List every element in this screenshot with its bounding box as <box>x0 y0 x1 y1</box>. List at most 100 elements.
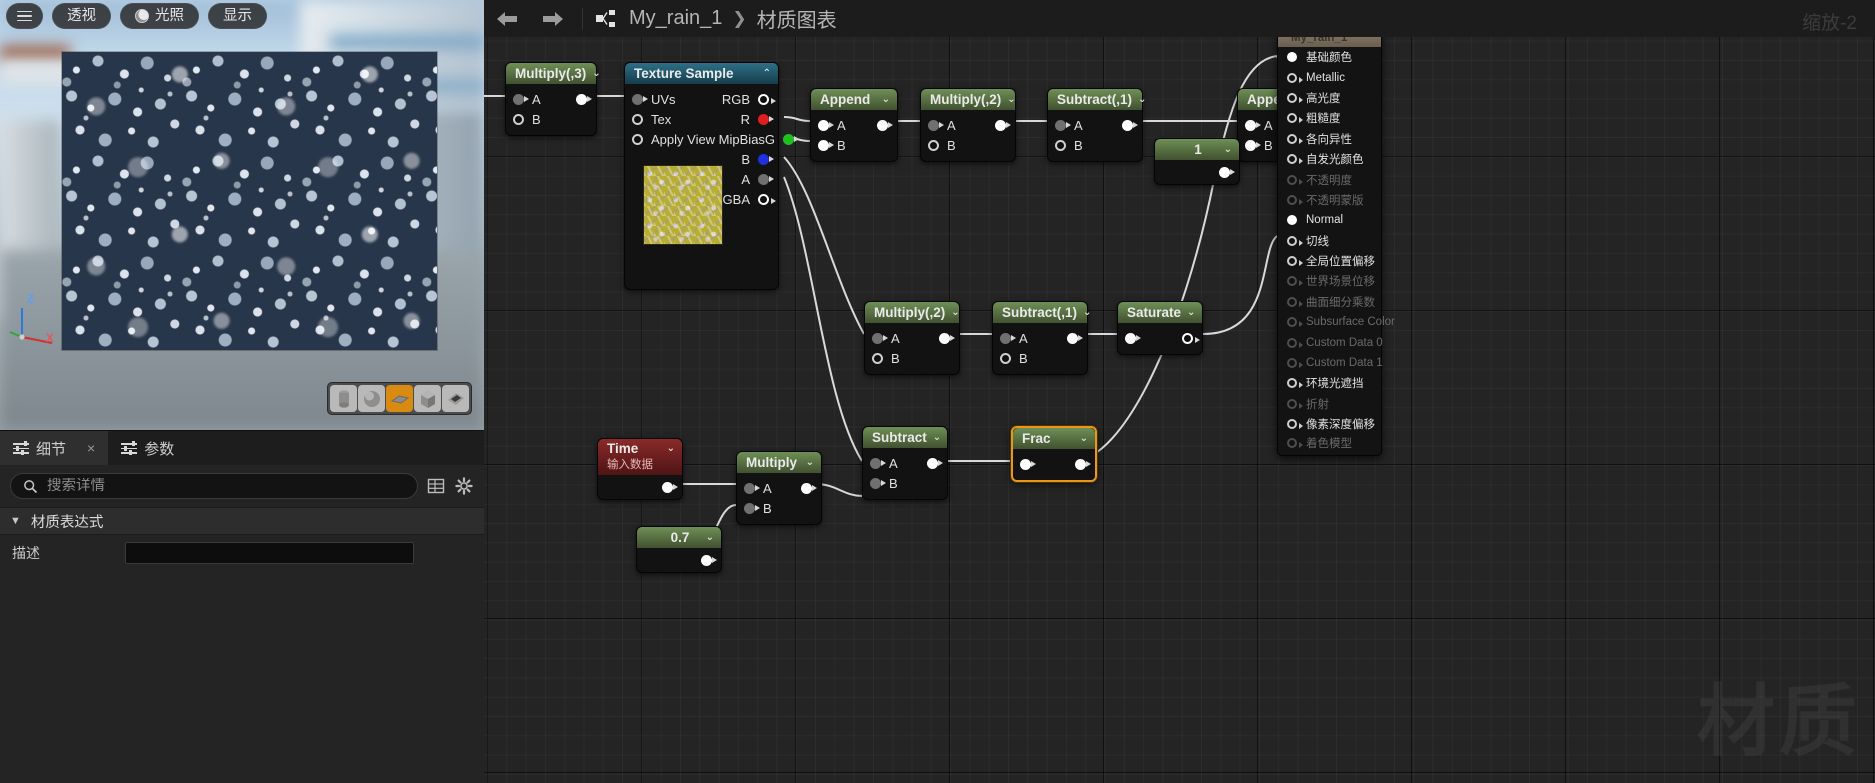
input-pin-b[interactable] <box>1055 139 1066 151</box>
chevron-down-icon[interactable]: ⌄ <box>706 532 714 543</box>
output-pin[interactable] <box>1067 332 1083 344</box>
input-pin-uvs[interactable] <box>632 93 648 105</box>
material-pin-emissive-color[interactable]: 自发光颜色 <box>1278 149 1381 169</box>
input-pin-tex[interactable] <box>632 113 643 125</box>
output-pin-rgb[interactable] <box>758 93 776 105</box>
node-multiply-2-top[interactable]: Multiply(,2) ⌄ A B <box>920 88 1016 162</box>
input-pin-b[interactable] <box>928 139 939 151</box>
pin[interactable] <box>1287 419 1303 430</box>
material-pin-specular[interactable]: 高光度 <box>1278 88 1381 108</box>
search-input[interactable] <box>47 478 405 494</box>
material-pin-tangent[interactable]: 切线 <box>1278 231 1381 251</box>
material-pin-normal[interactable]: Normal <box>1278 210 1381 230</box>
node-texture-sample[interactable]: Texture Sample ⌃ UVs RGB Tex R Apply Vie… <box>624 62 800 290</box>
node-subtract-1-mid[interactable]: Subtract(,1) ⌄ A B <box>992 301 1091 375</box>
material-pin-roughness[interactable]: 粗糙度 <box>1278 108 1381 128</box>
input-pin-b[interactable] <box>513 113 524 125</box>
output-pin[interactable] <box>927 457 943 469</box>
tab-details[interactable]: 细节 × <box>0 431 109 465</box>
chevron-down-icon[interactable]: ⌄ <box>1080 433 1088 444</box>
viewport-show-button[interactable]: 显示 <box>208 3 267 29</box>
layout-columns-icon[interactable] <box>426 476 446 496</box>
material-pin-base-color[interactable]: 基础颜色 <box>1278 47 1381 67</box>
output-pin[interactable] <box>1122 119 1138 131</box>
pin[interactable] <box>1287 378 1303 389</box>
material-graph-canvas[interactable]: My_rain_1 ❯ 材质图表 缩放-2 材质 Multiply(,3) ⌄ … <box>484 0 1875 783</box>
viewport-perspective-button[interactable]: 透视 <box>52 3 111 29</box>
chevron-down-icon[interactable]: ⌄ <box>1187 307 1195 318</box>
input-pin-a[interactable] <box>872 332 888 344</box>
output-pin-a[interactable] <box>758 173 774 185</box>
pin[interactable] <box>1287 256 1303 267</box>
pin[interactable] <box>1287 92 1303 103</box>
pin[interactable] <box>1287 133 1303 144</box>
shape-button-custom-mesh[interactable] <box>442 385 469 412</box>
node-time[interactable]: Time ⌄ 输入数据 <box>597 438 683 500</box>
chevron-down-icon[interactable]: ⌄ <box>882 94 890 105</box>
pin[interactable] <box>1287 215 1297 226</box>
back-button[interactable] <box>484 0 530 37</box>
chevron-down-icon[interactable]: ⌄ <box>1007 94 1015 105</box>
forward-button[interactable] <box>530 0 576 37</box>
node-subtract-1-top[interactable]: Subtract(,1) ⌄ A B <box>1047 88 1146 162</box>
material-pin-ambient-occlusion[interactable]: 环境光遮挡 <box>1278 373 1381 393</box>
viewport-menu-button[interactable] <box>6 3 43 29</box>
chevron-down-icon[interactable]: ⌄ <box>806 457 814 468</box>
output-pin[interactable] <box>1219 166 1235 178</box>
output-pin[interactable] <box>939 332 955 344</box>
pin[interactable] <box>1287 154 1303 165</box>
input-pin-b[interactable] <box>1245 139 1261 151</box>
pin[interactable] <box>1287 235 1303 246</box>
input-pin-b[interactable] <box>818 139 834 151</box>
input-pin-b[interactable] <box>872 352 883 364</box>
input-pin-a[interactable] <box>928 119 944 131</box>
material-pin-world-position-offset[interactable]: 全局位置偏移 <box>1278 251 1381 271</box>
tab-parameters[interactable]: 参数 <box>108 431 187 465</box>
output-pin[interactable] <box>576 93 592 105</box>
output-pin-b[interactable] <box>758 153 774 165</box>
input-pin-a[interactable] <box>744 482 760 494</box>
output-pin-r[interactable] <box>758 113 774 125</box>
input-pin-a[interactable] <box>1245 119 1261 131</box>
shape-button-sphere[interactable] <box>358 385 385 412</box>
node-append-1[interactable]: Append ⌄ A B <box>810 88 898 162</box>
shape-button-plane[interactable] <box>386 385 413 412</box>
node-subtract-bottom[interactable]: Subtract ⌄ A B <box>862 426 948 500</box>
pin[interactable] <box>1287 52 1297 63</box>
breadcrumb-item-asset[interactable]: My_rain_1 <box>629 7 722 30</box>
material-pin-pixel-depth-offset[interactable]: 像素深度偏移 <box>1278 414 1381 434</box>
pin[interactable] <box>1287 113 1303 124</box>
property-input-description[interactable] <box>125 542 414 564</box>
pin[interactable] <box>1287 72 1303 83</box>
output-pin[interactable] <box>801 482 817 494</box>
chevron-up-icon[interactable]: ⌃ <box>763 68 771 79</box>
section-material-expression[interactable]: ▼ 材质表达式 <box>0 507 484 535</box>
input-pin-a[interactable] <box>513 93 529 105</box>
node-material-output[interactable]: My_rain_1 基础颜色 Metallic 高光度 粗糙度 各向异性 自发光… <box>1277 28 1395 456</box>
viewport-lighting-button[interactable]: 光照 <box>120 3 199 29</box>
output-pin[interactable] <box>877 119 893 131</box>
output-pin-g[interactable] <box>783 133 800 145</box>
search-box[interactable] <box>10 473 418 499</box>
chevron-down-icon[interactable]: ⌄ <box>1083 307 1091 318</box>
output-pin[interactable] <box>1075 458 1091 470</box>
node-constant-one[interactable]: 1 ⌄ <box>1154 138 1240 185</box>
input-pin-b[interactable] <box>1000 352 1011 364</box>
breadcrumb-item-graph[interactable]: 材质图表 <box>757 4 837 33</box>
gear-icon[interactable] <box>454 476 474 496</box>
input-pin-a[interactable] <box>818 119 834 131</box>
shape-button-cube[interactable] <box>414 385 441 412</box>
node-frac[interactable]: Frac ⌄ <box>1011 426 1097 482</box>
node-multiply-3[interactable]: Multiply(,3) ⌄ A B <box>505 62 601 136</box>
output-pin[interactable] <box>995 119 1011 131</box>
material-pin-metallic[interactable]: Metallic <box>1278 67 1381 87</box>
chevron-down-icon[interactable]: ⌄ <box>1224 144 1232 155</box>
node-multiply-bottom[interactable]: Multiply ⌄ A B <box>736 451 822 525</box>
material-pin-anisotropy[interactable]: 各向异性 <box>1278 129 1381 149</box>
node-saturate[interactable]: Saturate ⌄ <box>1117 301 1203 355</box>
node-constant-0-7[interactable]: 0.7 ⌄ <box>636 526 722 573</box>
chevron-down-icon[interactable]: ⌄ <box>667 443 675 454</box>
input-pin-b[interactable] <box>870 477 886 489</box>
input-pin-b[interactable] <box>744 502 760 514</box>
chevron-down-icon[interactable]: ⌄ <box>1138 94 1146 105</box>
